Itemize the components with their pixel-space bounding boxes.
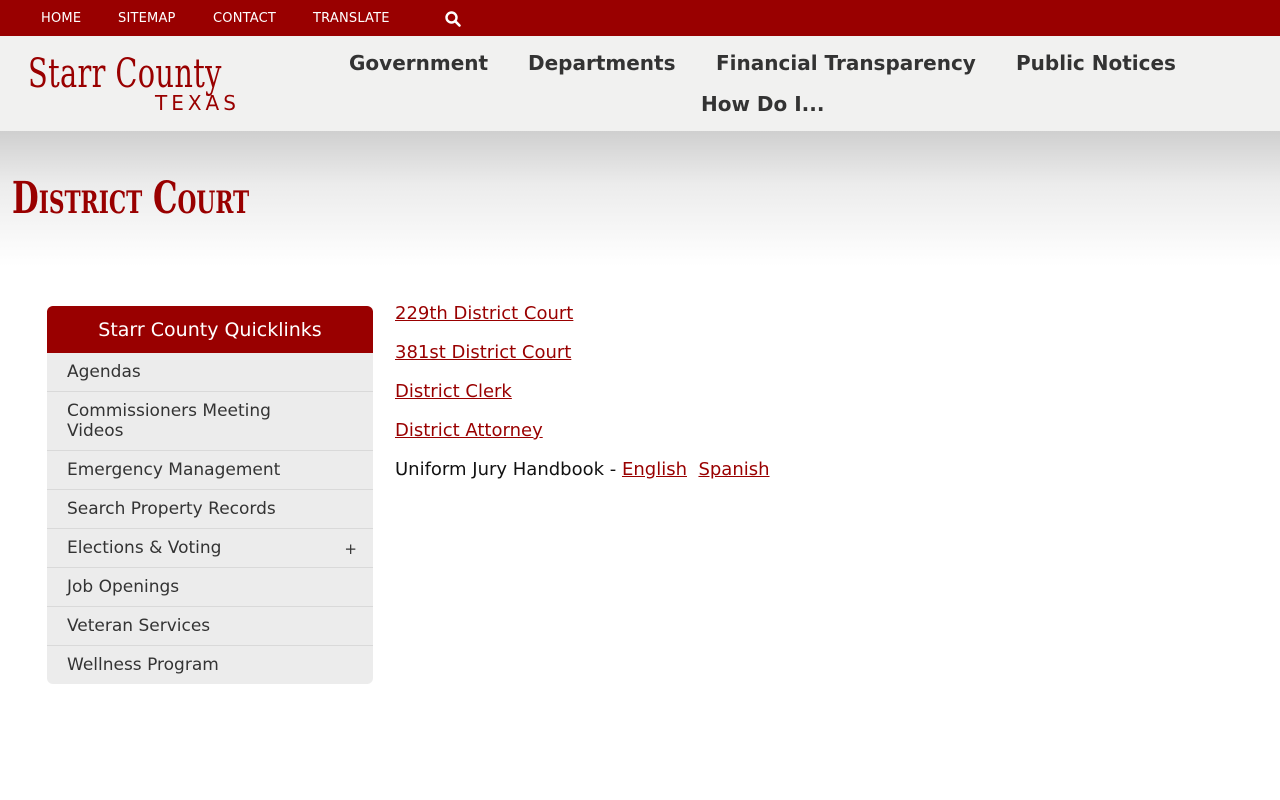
util-link-home[interactable]: HOME	[41, 11, 81, 26]
main-content: 229th District Court 381st District Cour…	[395, 303, 1235, 481]
link-district-attorney[interactable]: District Attorney	[395, 420, 543, 442]
sidebar-item-label: Veteran Services	[67, 616, 211, 636]
sidebar-item-job-openings[interactable]: Job Openings	[47, 568, 373, 607]
util-link-translate[interactable]: TRANSLATE	[313, 11, 390, 26]
nav-how-do-i[interactable]: How Do I...	[701, 92, 824, 116]
link-229th-district-court[interactable]: 229th District Court	[395, 303, 573, 325]
sidebar-item-elections-voting[interactable]: Elections & Voting +	[47, 529, 373, 568]
sidebar-item-label: Job Openings	[67, 577, 180, 597]
sidebar-item-veteran-services[interactable]: Veteran Services	[47, 607, 373, 646]
page-banner: District Court	[0, 131, 1280, 266]
handbook-english-link[interactable]: English	[622, 459, 687, 480]
search-icon[interactable]	[444, 10, 462, 28]
county-logo[interactable]: Starr County TEXAS	[28, 52, 242, 116]
sidebar-item-search-property-records[interactable]: Search Property Records	[47, 490, 373, 529]
nav-financial-transparency[interactable]: Financial Transparency	[716, 51, 976, 75]
handbook-spanish-link[interactable]: Spanish	[698, 459, 769, 480]
page-title: District Court	[12, 173, 250, 224]
expand-plus-icon[interactable]: +	[344, 539, 357, 559]
sidebar-item-label: Search Property Records	[67, 499, 276, 519]
nav-public-notices[interactable]: Public Notices	[1016, 51, 1176, 75]
sidebar-item-commissioners-meeting-videos[interactable]: Commissioners Meeting Videos	[47, 392, 373, 451]
utility-bar: HOME SITEMAP CONTACT TRANSLATE	[0, 0, 1280, 36]
sidebar-item-emergency-management[interactable]: Emergency Management	[47, 451, 373, 490]
link-district-clerk[interactable]: District Clerk	[395, 381, 512, 403]
sidebar-title: Starr County Quicklinks	[47, 306, 373, 353]
sidebar-item-wellness-program[interactable]: Wellness Program	[47, 646, 373, 684]
sidebar-item-label: Elections & Voting	[67, 538, 222, 558]
sidebar-item-agendas[interactable]: Agendas	[47, 353, 373, 392]
logo-sub-text: TEXAS	[155, 91, 240, 115]
sidebar-item-label: Agendas	[67, 362, 141, 382]
sidebar-item-label: Commissioners Meeting Videos	[67, 401, 271, 441]
sidebar-item-label: Wellness Program	[67, 655, 219, 675]
util-link-contact[interactable]: CONTACT	[213, 11, 276, 26]
nav-government[interactable]: Government	[349, 51, 488, 75]
nav-departments[interactable]: Departments	[528, 51, 676, 75]
util-link-sitemap[interactable]: SITEMAP	[118, 11, 176, 26]
quicklinks-sidebar: Starr County Quicklinks Agendas Commissi…	[47, 306, 373, 684]
jury-handbook-line: Uniform Jury Handbook - English Spanish	[395, 459, 1235, 481]
site-header: Starr County TEXAS Government Department…	[0, 36, 1280, 131]
sidebar-item-label: Emergency Management	[67, 460, 281, 480]
link-381st-district-court[interactable]: 381st District Court	[395, 342, 571, 364]
jury-handbook-label: Uniform Jury Handbook -	[395, 459, 622, 480]
logo-main-text: Starr County	[28, 51, 222, 97]
